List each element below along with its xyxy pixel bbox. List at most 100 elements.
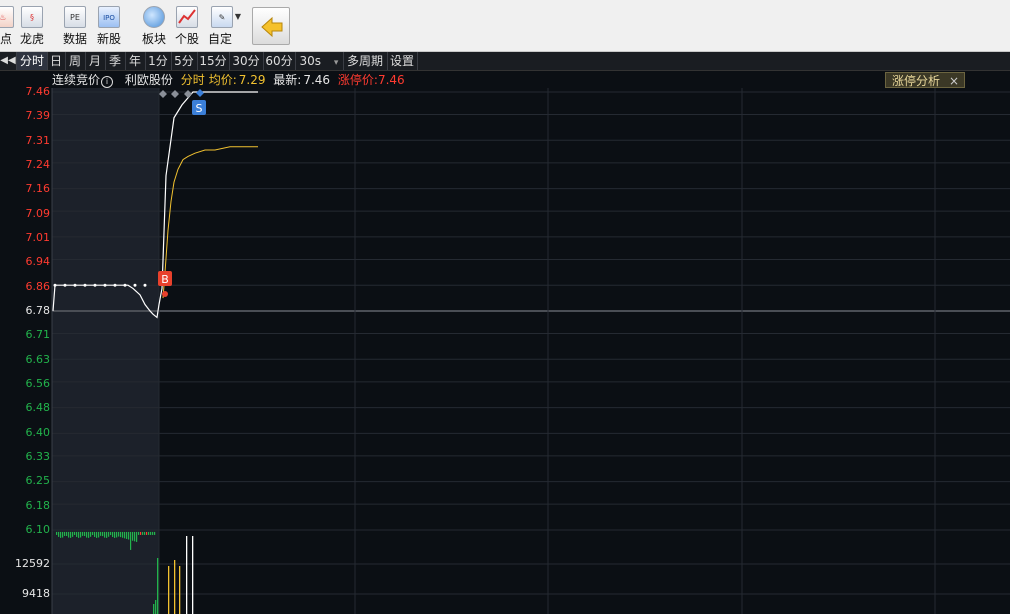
auction-volume-bar xyxy=(136,531,138,542)
period-tab-11[interactable]: 30s ▾ xyxy=(295,52,344,70)
auction-volume-bar xyxy=(118,531,120,537)
auction-volume-bar xyxy=(58,531,60,537)
volume-bar xyxy=(157,558,159,614)
volume-bar xyxy=(174,560,176,614)
auction-point xyxy=(133,283,137,287)
auction-volume-bar xyxy=(96,531,98,538)
back-button[interactable] xyxy=(252,7,290,45)
toolbar-item-label: 龙虎 xyxy=(19,32,44,46)
toolbar-item-2[interactable]: PE 数据 xyxy=(61,4,89,50)
auction-volume-bar xyxy=(68,531,70,538)
auction-volume-bar xyxy=(80,531,82,538)
auction-volume-bar xyxy=(106,531,108,538)
auction-point xyxy=(73,283,77,287)
info-bar: 连续竞价 i 利欧股份 分时 均价: 7.29 最新: 7.46 涨停价:7.46 xyxy=(52,71,409,89)
auction-volume-bar xyxy=(108,531,110,537)
dragon-icon: § xyxy=(21,6,43,28)
auction-volume-bar xyxy=(116,531,118,538)
edit-icon: ✎ xyxy=(210,6,233,28)
volume-bar xyxy=(179,566,181,614)
auction-volume-bar xyxy=(126,531,128,539)
auction-volume-bar xyxy=(100,531,102,536)
auction-volume-bar xyxy=(74,531,76,535)
buy-marker-label: B xyxy=(161,273,169,286)
event-diamond-icon[interactable] xyxy=(159,90,167,98)
auction-volume-bar xyxy=(76,531,78,537)
auction-volume-bar xyxy=(64,531,66,536)
toolbar-item-3[interactable]: IPO 新股 xyxy=(95,4,123,50)
auction-point xyxy=(143,283,147,287)
event-diamond-icon[interactable] xyxy=(171,90,179,98)
period-bar: ◀◀ 分时日周月季年 1分 5分 15分 30分 60分 30s ▾ 多周期 设置 xyxy=(0,52,1010,71)
auction-volume-bar xyxy=(122,531,124,538)
auction-volume-bar xyxy=(84,531,86,537)
limit-analysis-button[interactable]: 涨停分析 × xyxy=(885,72,965,88)
mode-label: 分时 xyxy=(180,73,205,87)
auction-point xyxy=(93,283,97,287)
toolbar-item-6[interactable]: ✎ ▼ 自定 xyxy=(206,4,246,50)
event-diamond-icon[interactable] xyxy=(196,89,204,97)
period-tab-13[interactable]: 设置 xyxy=(387,52,418,70)
auction-volume-bar xyxy=(132,531,134,541)
auction-point xyxy=(123,283,127,287)
avg-value: 7.29 xyxy=(238,73,266,87)
collapse-arrow-icon[interactable]: ◀◀ xyxy=(0,52,17,70)
toolbar-item-4[interactable]: 板块 xyxy=(140,4,168,50)
auction-volume-bar xyxy=(154,531,156,535)
auction-volume-bar xyxy=(134,531,136,542)
auction-point xyxy=(53,283,57,287)
auction-volume-bar xyxy=(86,531,88,538)
sell-marker[interactable]: S xyxy=(192,100,206,115)
period-tab-12[interactable]: 多周期 xyxy=(343,52,388,70)
volume-bar xyxy=(168,566,170,614)
ipo-icon: IPO xyxy=(98,6,120,28)
event-diamond-icon[interactable] xyxy=(184,90,192,98)
auction-point xyxy=(63,283,67,287)
volume-bar xyxy=(153,604,155,614)
auction-point xyxy=(113,283,117,287)
info-icon[interactable]: i xyxy=(101,76,114,88)
auction-volume-bar xyxy=(94,531,96,537)
period-tab-0[interactable]: 分时 xyxy=(17,52,48,70)
auction-volume-bar xyxy=(70,531,72,538)
period-tab-7[interactable]: 5分 xyxy=(171,52,198,70)
pie-chart-icon xyxy=(143,6,165,28)
toolbar-item-0[interactable]: ♨ 点 xyxy=(0,4,14,50)
period-tab-6[interactable]: 1分 xyxy=(145,52,172,70)
auction-volume-bar xyxy=(112,531,114,537)
auction-volume-bar xyxy=(142,531,144,535)
period-tab-9[interactable]: 30分 xyxy=(229,52,264,70)
dropdown-arrow-icon[interactable]: ▼ xyxy=(235,12,241,21)
close-icon[interactable]: × xyxy=(949,73,959,89)
period-label: 30s xyxy=(299,54,322,68)
period-tab-10[interactable]: 60分 xyxy=(263,52,296,70)
period-tab-8[interactable]: 15分 xyxy=(197,52,230,70)
auction-volume-bar xyxy=(114,531,116,538)
period-tab-5[interactable]: 年 xyxy=(125,52,146,70)
auction-volume-bar xyxy=(140,531,142,535)
sell-marker-label: S xyxy=(196,102,203,115)
avg-label: 均价: xyxy=(208,73,237,87)
period-tab-3[interactable]: 月 xyxy=(85,52,106,70)
toolbar-item-1[interactable]: § 龙虎 xyxy=(18,4,46,50)
auction-volume-bar xyxy=(128,531,130,540)
toolbar-item-label: 个股 xyxy=(174,32,199,46)
auction-status: 连续竞价 xyxy=(52,73,101,87)
intraday-chart[interactable]: BS xyxy=(0,88,1010,614)
period-tab-4[interactable]: 季 xyxy=(105,52,126,70)
avg-price-line xyxy=(162,146,258,299)
auction-volume-bar xyxy=(124,531,126,539)
stock-name: 利欧股份 xyxy=(124,73,173,87)
volume-bar xyxy=(155,600,157,614)
auction-volume-bar xyxy=(78,531,80,538)
limit-analysis-label: 涨停分析 xyxy=(892,74,941,88)
buy-marker[interactable]: B xyxy=(158,271,172,286)
limit-value: 7.46 xyxy=(377,73,405,87)
auction-point xyxy=(103,283,107,287)
buy-point xyxy=(162,291,168,297)
last-value: 7.46 xyxy=(303,73,331,87)
period-tab-1[interactable]: 日 xyxy=(47,52,66,70)
auction-volume-bar xyxy=(98,531,100,538)
toolbar-item-5[interactable]: 个股 xyxy=(173,4,201,50)
period-tab-2[interactable]: 周 xyxy=(65,52,86,70)
